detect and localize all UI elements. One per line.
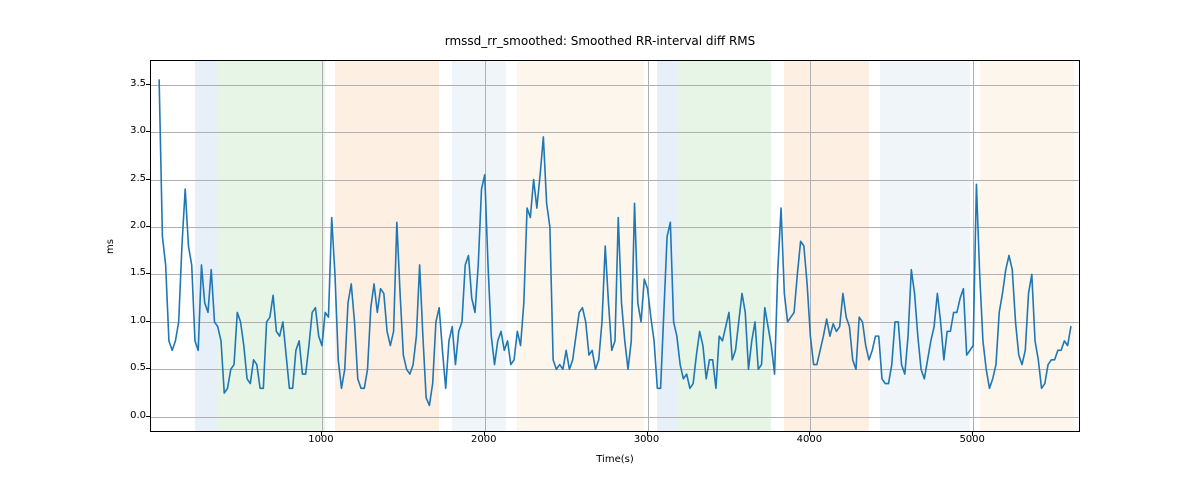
chart-figure: rmssd_rr_smoothed: Smoothed RR-interval …	[0, 0, 1200, 500]
y-tick-label: 3.5	[120, 78, 146, 89]
y-tick-label: 1.0	[120, 315, 146, 326]
x-tick-mark	[647, 432, 648, 436]
y-tick-label: 1.5	[120, 267, 146, 278]
y-tick-label: 0.5	[120, 362, 146, 373]
x-tick-mark	[484, 432, 485, 436]
chart-axes	[150, 60, 1080, 432]
y-tick-mark	[146, 416, 150, 417]
series-line	[159, 80, 1071, 405]
y-tick-mark	[146, 226, 150, 227]
y-tick-mark	[146, 321, 150, 322]
y-tick-label: 3.0	[120, 125, 146, 136]
x-tick-mark	[972, 432, 973, 436]
y-axis-label: ms	[103, 60, 118, 432]
y-tick-mark	[146, 131, 150, 132]
y-tick-label: 0.0	[120, 410, 146, 421]
x-tick-mark	[321, 432, 322, 436]
y-tick-label: 2.0	[120, 220, 146, 231]
y-tick-mark	[146, 84, 150, 85]
y-tick-mark	[146, 179, 150, 180]
x-axis-label: Time(s)	[150, 454, 1080, 465]
y-tick-label: 2.5	[120, 173, 146, 184]
y-tick-mark	[146, 273, 150, 274]
y-tick-mark	[146, 368, 150, 369]
line-plot	[151, 61, 1079, 431]
chart-title: rmssd_rr_smoothed: Smoothed RR-interval …	[0, 34, 1200, 48]
x-tick-mark	[809, 432, 810, 436]
